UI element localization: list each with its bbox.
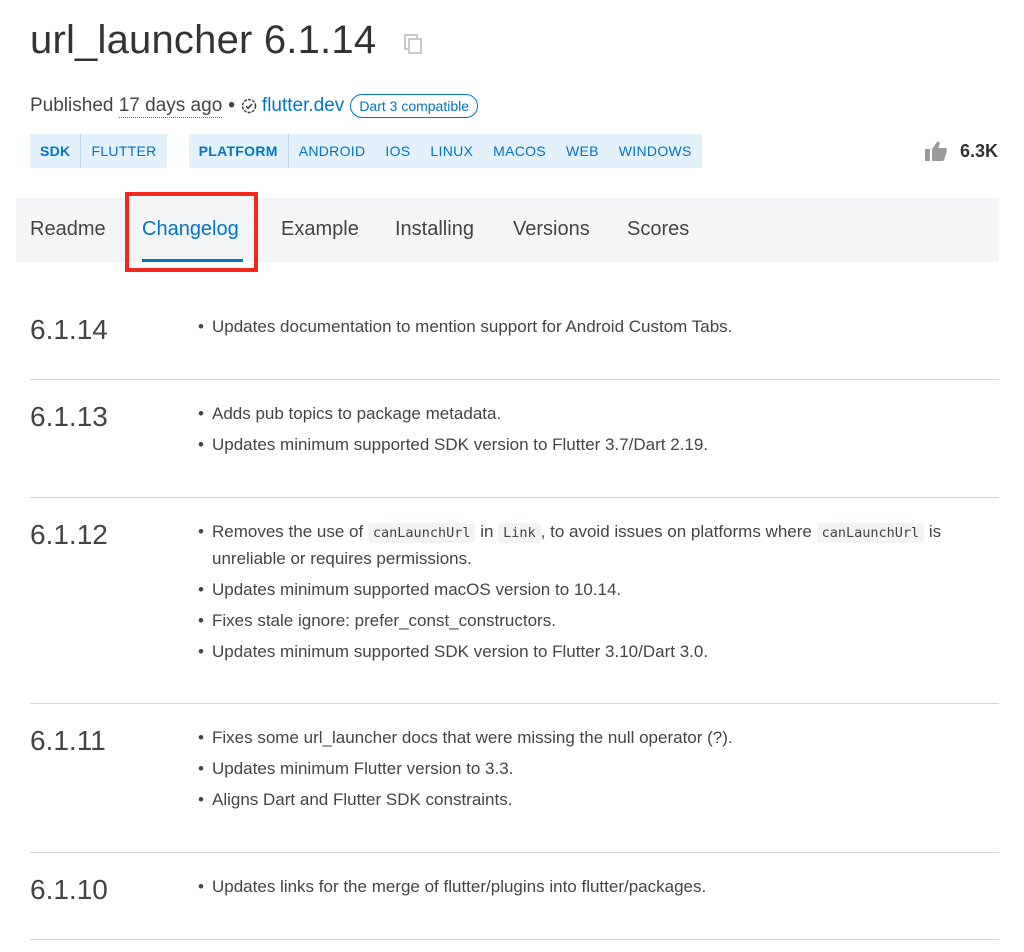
changelog-version: 6.1.11 — [30, 725, 106, 756]
sdk-tag-label[interactable]: SDK — [30, 134, 82, 168]
changelog-item: Updates minimum supported SDK version to… — [198, 432, 988, 458]
changelog-item: Updates minimum supported SDK version to… — [198, 639, 988, 665]
package-meta: Published 17 days ago • flutter.dev Dart… — [30, 94, 479, 118]
title-row: url_launcher 6.1.14 — [30, 18, 424, 63]
changelog-tab-highlight — [125, 192, 258, 272]
sdk-tag-group: SDK FLUTTER — [30, 134, 167, 168]
changelog-entry: 6.1.10 Updates links for the merge of fl… — [30, 874, 999, 940]
platform-tag-label[interactable]: PLATFORM — [189, 134, 289, 168]
likes-count: 6.3K — [959, 140, 998, 161]
changelog-item: Fixes some url_launcher docs that were m… — [198, 725, 988, 751]
tab-scores[interactable]: Scores — [627, 198, 689, 262]
changelog-items: Fixes some url_launcher docs that were m… — [198, 725, 988, 818]
platform-tag-windows[interactable]: WINDOWS — [609, 134, 702, 168]
platform-tag-macos[interactable]: MACOS — [483, 134, 556, 168]
code-link: Link — [498, 523, 541, 543]
changelog-item: Updates minimum supported macOS version … — [198, 577, 988, 603]
likes-counter[interactable]: 6.3K — [924, 140, 998, 162]
platform-tag-linux[interactable]: LINUX — [420, 134, 483, 168]
published-label: Published — [30, 95, 114, 116]
changelog-version: 6.1.12 — [30, 519, 108, 550]
changelog-item: Adds pub topics to package metadata. — [198, 401, 988, 427]
changelog-items: Removes the use of canLaunchUrl in Link,… — [198, 519, 988, 670]
changelog-entry: 6.1.11 Fixes some url_launcher docs that… — [30, 725, 999, 853]
changelog-items: Adds pub topics to package metadata. Upd… — [198, 401, 988, 463]
changelog-item: Aligns Dart and Flutter SDK constraints. — [198, 787, 988, 813]
platform-tag-android[interactable]: ANDROID — [289, 134, 376, 168]
publisher-link[interactable]: flutter.dev — [262, 95, 344, 117]
dart3-compatible-badge[interactable]: Dart 3 compatible — [350, 94, 479, 118]
tags-row: SDK FLUTTER PLATFORM ANDROID IOS LINUX M… — [30, 134, 724, 168]
tab-versions[interactable]: Versions — [513, 198, 590, 262]
changelog-item: Updates documentation to mention support… — [198, 314, 988, 340]
tab-readme[interactable]: Readme — [30, 198, 106, 262]
changelog-items: Updates links for the merge of flutter/p… — [198, 874, 988, 905]
platform-tag-group: PLATFORM ANDROID IOS LINUX MACOS WEB WIN… — [188, 134, 702, 168]
changelog-item: Updates minimum Flutter version to 3.3. — [198, 756, 988, 782]
published-date: 17 days ago — [118, 94, 223, 118]
changelog-entry: 6.1.14 Updates documentation to mention … — [30, 314, 999, 380]
changelog-version: 6.1.14 — [30, 314, 108, 345]
code-can-launch-url: canLaunchUrl — [816, 523, 925, 543]
changelog-entry: 6.1.12 Removes the use of canLaunchUrl i… — [30, 519, 999, 704]
changelog-items: Updates documentation to mention support… — [198, 314, 988, 345]
meta-separator: • — [228, 95, 235, 116]
platform-tag-ios[interactable]: IOS — [375, 134, 420, 168]
tab-example[interactable]: Example — [281, 198, 359, 262]
verified-publisher-icon — [241, 98, 257, 114]
changelog-item: Removes the use of canLaunchUrl in Link,… — [198, 519, 988, 572]
copy-icon[interactable] — [402, 33, 424, 55]
code-can-launch-url: canLaunchUrl — [367, 523, 476, 543]
thumbs-up-icon[interactable] — [924, 140, 948, 162]
changelog-version: 6.1.13 — [30, 401, 108, 432]
platform-tag-web[interactable]: WEB — [556, 134, 609, 168]
package-title: url_launcher 6.1.14 — [30, 18, 377, 62]
changelog-item: Fixes stale ignore: prefer_const_constru… — [198, 608, 988, 634]
changelog-version: 6.1.10 — [30, 874, 108, 905]
sdk-tag-flutter[interactable]: FLUTTER — [81, 134, 166, 168]
changelog-item: Updates links for the merge of flutter/p… — [198, 874, 988, 900]
changelog-entry: 6.1.13 Adds pub topics to package metada… — [30, 401, 999, 498]
tab-installing[interactable]: Installing — [395, 198, 474, 262]
